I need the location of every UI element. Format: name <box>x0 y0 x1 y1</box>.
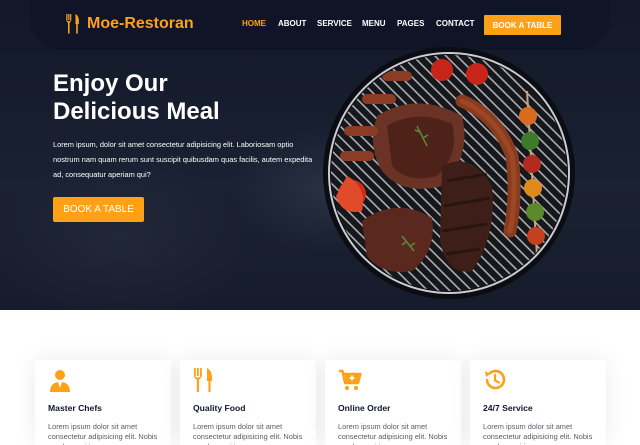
nav-link-contact[interactable]: CONTACT <box>436 19 475 28</box>
utensils-icon <box>66 14 79 34</box>
brand-logo[interactable]: Moe-Restoran <box>66 13 194 35</box>
service-card-text: Lorem ipsum dolor sit amet consectetur a… <box>193 422 303 445</box>
nav-link-home[interactable]: HOME <box>242 19 266 28</box>
service-card-text: Lorem ipsum dolor sit amet consectetur a… <box>483 422 593 445</box>
hero-description: Lorem ipsum, dolor sit amet consectetur … <box>53 140 313 179</box>
service-card-quality-food[interactable]: Quality Food Lorem ipsum dolor sit amet … <box>180 360 316 445</box>
service-card-24-7-service[interactable]: 24/7 Service Lorem ipsum dolor sit amet … <box>470 360 606 445</box>
clock-icon <box>485 369 506 390</box>
book-a-table-nav-button[interactable]: BOOK A TABLE <box>484 15 561 35</box>
nav-link-menu[interactable]: MENU <box>362 19 386 28</box>
service-card-title: Quality Food <box>193 403 246 413</box>
hero-title-line-2: Delicious Meal <box>53 98 220 125</box>
utensils-icon <box>194 368 213 392</box>
cart-plus-icon <box>339 369 362 390</box>
service-card-online-order[interactable]: Online Order Lorem ipsum dolor sit amet … <box>325 360 461 445</box>
chef-icon <box>50 370 70 392</box>
hero-title: Enjoy Our Delicious Meal <box>53 70 220 126</box>
service-card-title: 24/7 Service <box>483 403 533 413</box>
service-card-title: Master Chefs <box>48 403 102 413</box>
service-card-title: Online Order <box>338 403 391 413</box>
hero-grill-image <box>323 47 575 299</box>
brand-name: Moe-Restoran <box>87 15 194 32</box>
nav-link-pages[interactable]: PAGES <box>397 19 424 28</box>
service-card-master-chefs[interactable]: Master Chefs Lorem ipsum dolor sit amet … <box>35 360 171 445</box>
service-card-text: Lorem ipsum dolor sit amet consectetur a… <box>338 422 448 445</box>
nav-link-about[interactable]: ABOUT <box>278 19 306 28</box>
book-a-table-hero-button[interactable]: BOOK A TABLE <box>53 197 144 222</box>
service-card-text: Lorem ipsum dolor sit amet consectetur a… <box>48 422 158 445</box>
hero-title-line-1: Enjoy Our <box>53 70 168 97</box>
nav-link-service[interactable]: SERVICE <box>317 19 352 28</box>
hero-section: Moe-Restoran HOME ABOUT SERVICE MENU PAG… <box>0 0 640 310</box>
